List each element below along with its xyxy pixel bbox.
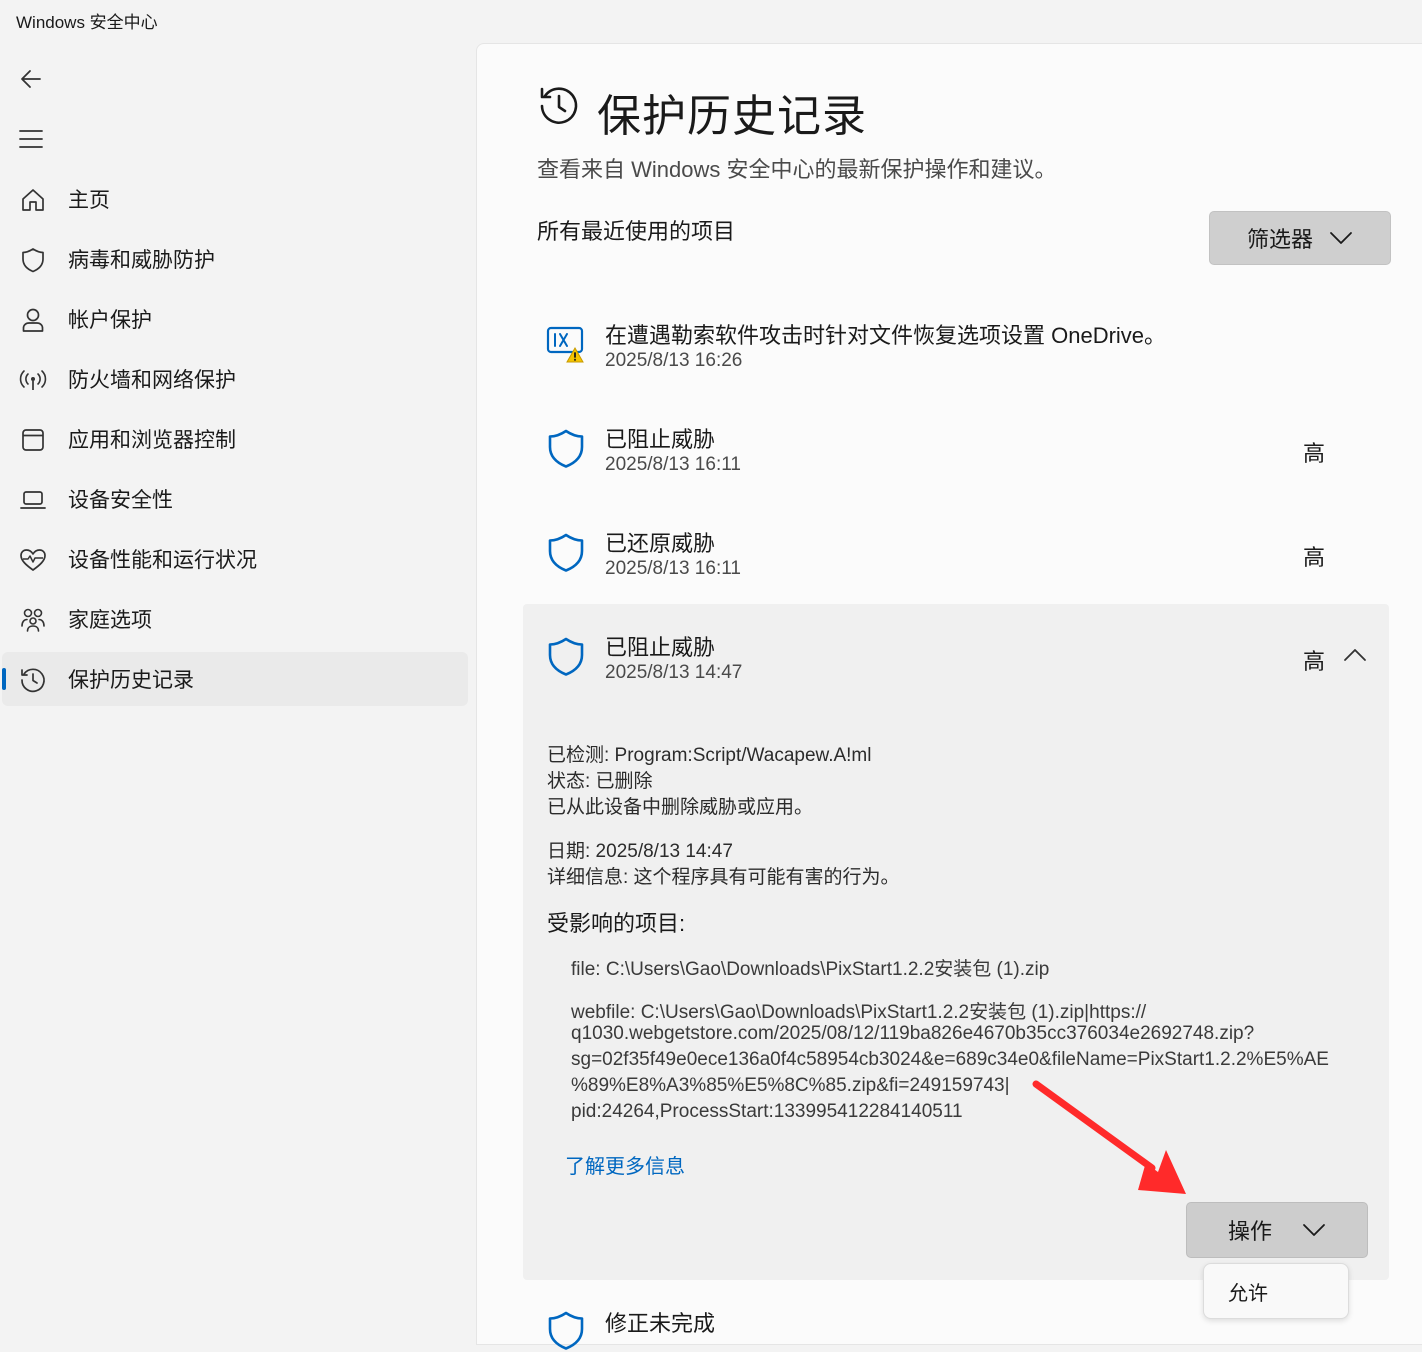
- affected-webfile-line: %89%E8%A3%85%E5%8C%85.zip&fi=249159743|: [571, 1075, 1010, 1096]
- sidebar-item-label: 防火墙和网络保护: [68, 369, 236, 392]
- section-label: 所有最近使用的项目: [537, 219, 736, 244]
- window-icon: [19, 426, 47, 454]
- entry-title: 已阻止威胁: [605, 427, 716, 452]
- sidebar-item-home[interactable]: 主页: [2, 172, 468, 226]
- details-line: 详细信息: 这个程序具有可能有害的行为。: [547, 867, 900, 888]
- entry-title: 在遭遇勒索软件攻击时针对文件恢复选项设置 OneDrive。: [605, 323, 1167, 348]
- history-icon: [19, 666, 47, 694]
- affected-items-title: 受影响的项目:: [547, 911, 686, 936]
- shield-icon: [19, 246, 47, 274]
- severity-label: 高: [1302, 649, 1325, 674]
- expanded-entry-header[interactable]: 已阻止威胁 2025/8/13 14:47 高: [523, 604, 1389, 704]
- entry-title: 已还原威胁: [605, 531, 716, 556]
- history-entry[interactable]: 已阻止威胁 2025/8/13 16:11 高: [523, 404, 1389, 504]
- sidebar-item-device-security[interactable]: 设备安全性: [2, 472, 468, 526]
- wifi-icon: [19, 366, 47, 394]
- chevron-up-icon[interactable]: [1343, 648, 1367, 662]
- sidebar-item-app-browser-control[interactable]: 应用和浏览器控制: [2, 412, 468, 466]
- shield-icon: [545, 636, 587, 678]
- actions-menu: 允许: [1203, 1263, 1349, 1319]
- sidebar-item-protection-history[interactable]: 保护历史记录: [2, 652, 468, 706]
- sidebar-item-label: 主页: [68, 189, 110, 212]
- status-line: 状态: 已删除: [547, 771, 653, 792]
- entry-title: 修正未完成: [605, 1311, 716, 1336]
- chevron-down-icon: [1330, 232, 1352, 244]
- sidebar-item-family-options[interactable]: 家庭选项: [2, 592, 468, 646]
- shield-icon: [545, 1310, 587, 1352]
- severity-label: 高: [1302, 545, 1325, 570]
- back-button[interactable]: [11, 59, 51, 99]
- page-title: 保护历史记录: [597, 92, 867, 141]
- shield-icon: [545, 532, 587, 574]
- learn-more-link[interactable]: 了解更多信息: [565, 1150, 685, 1179]
- person-icon: [19, 306, 47, 334]
- filter-label: 筛选器: [1246, 227, 1313, 252]
- sidebar-item-label: 设备性能和运行状况: [68, 549, 257, 572]
- entry-title: 已阻止威胁: [605, 635, 716, 660]
- menu-button[interactable]: [11, 119, 51, 159]
- sidebar-item-account-protection[interactable]: 帐户保护: [2, 292, 468, 346]
- ransomware-warning-icon: [545, 322, 587, 364]
- history-entry[interactable]: 已还原威胁 2025/8/13 16:11 高: [523, 508, 1389, 608]
- status-description: 已从此设备中删除威胁或应用。: [547, 797, 814, 818]
- history-icon: [540, 87, 578, 124]
- chevron-down-icon: [1303, 1224, 1325, 1236]
- laptop-icon: [19, 486, 47, 514]
- sidebar-item-virus-protection[interactable]: 病毒和威胁防护: [2, 232, 468, 286]
- filter-button[interactable]: 筛选器: [1209, 211, 1391, 265]
- actions-label: 操作: [1227, 1219, 1272, 1244]
- sidebar-item-label: 保护历史记录: [68, 669, 194, 692]
- affected-webfile-line: sg=02f35f49e0ece136a0f4c58954cb3024&e=68…: [571, 1049, 1329, 1070]
- affected-webfile-line: q1030.webgetstore.com/2025/08/12/119ba82…: [571, 1023, 1255, 1044]
- date-line: 日期: 2025/8/13 14:47: [547, 841, 733, 862]
- allow-menu-item[interactable]: 允许: [1228, 1277, 1268, 1306]
- severity-label: 高: [1302, 441, 1325, 466]
- entry-time: 2025/8/13 16:26: [605, 350, 743, 371]
- sidebar-item-label: 病毒和威胁防护: [68, 249, 215, 272]
- app-title: Windows 安全中心: [16, 13, 158, 32]
- shield-icon: [545, 428, 587, 470]
- sidebar-item-label: 帐户保护: [68, 309, 152, 332]
- detected-line: 已检测: Program:Script/Wacapew.A!ml: [547, 745, 872, 766]
- affected-webfile-line: webfile: C:\Users\Gao\Downloads\PixStart…: [571, 1002, 1147, 1023]
- sidebar-item-label: 应用和浏览器控制: [68, 429, 236, 452]
- affected-file: file: C:\Users\Gao\Downloads\PixStart1.2…: [571, 959, 1050, 980]
- sidebar-nav: 主页 病毒和威胁防护 帐户保护 防火墙和网络保护 应用和浏览器控制 设备安全性: [0, 172, 470, 712]
- sidebar-item-firewall[interactable]: 防火墙和网络保护: [2, 352, 468, 406]
- sidebar-item-label: 设备安全性: [68, 489, 173, 512]
- expanded-entry: 已阻止威胁 2025/8/13 14:47 高 已检测: Program:Scr…: [523, 604, 1389, 1280]
- entry-time: 2025/8/13 16:11: [605, 558, 741, 579]
- home-icon: [19, 186, 47, 214]
- hamburger-icon: [19, 130, 43, 148]
- history-entry[interactable]: 在遭遇勒索软件攻击时针对文件恢复选项设置 OneDrive。 2025/8/13…: [523, 304, 1389, 394]
- family-icon: [19, 606, 47, 634]
- heart-icon: [19, 546, 47, 574]
- back-arrow-icon: [21, 70, 41, 88]
- sidebar-item-label: 家庭选项: [68, 609, 152, 632]
- affected-webfile-line: pid:24264,ProcessStart:13399541228414051…: [571, 1101, 963, 1122]
- entry-time: 2025/8/13 14:47: [605, 662, 743, 683]
- page-subtitle: 查看来自 Windows 安全中心的最新保护操作和建议。: [537, 157, 1057, 182]
- sidebar-item-device-performance[interactable]: 设备性能和运行状况: [2, 532, 468, 586]
- main-content: 保护历史记录 查看来自 Windows 安全中心的最新保护操作和建议。 所有最近…: [476, 43, 1422, 1350]
- entry-time: 2025/8/13 16:11: [605, 454, 741, 475]
- actions-button[interactable]: 操作: [1186, 1202, 1368, 1258]
